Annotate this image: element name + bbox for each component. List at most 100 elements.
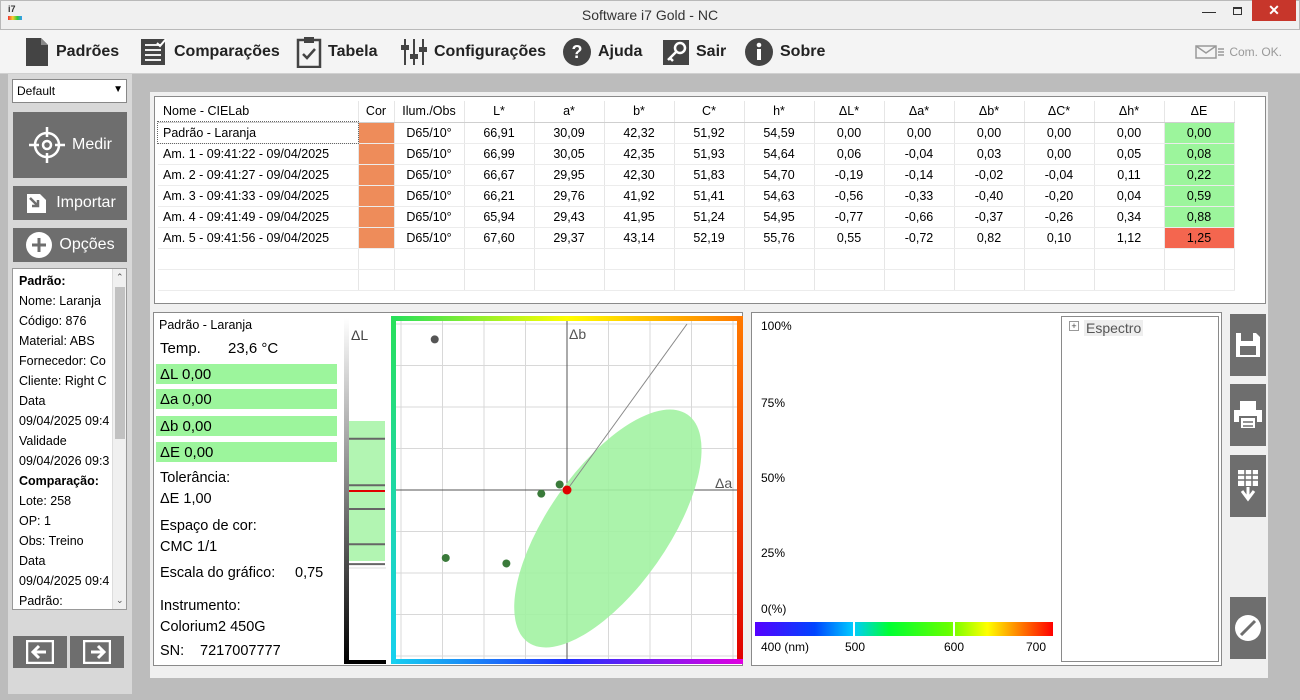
measure-button[interactable]: Medir	[13, 112, 127, 178]
cell-dL: 0,55	[814, 227, 885, 249]
cell-dC: 0,10	[1024, 227, 1095, 249]
info-scrollbar[interactable]: ⌃ ⌄	[112, 269, 126, 609]
lightness-gradient-bar	[344, 318, 349, 664]
column-header[interactable]: a*	[534, 101, 605, 123]
svg-text:?: ?	[572, 42, 583, 62]
menu-padroes[interactable]: Padrões	[24, 36, 119, 68]
column-header[interactable]: Δb*	[954, 101, 1025, 123]
previous-button[interactable]	[13, 636, 67, 668]
scrollbar-thumb[interactable]	[115, 287, 125, 439]
cell-db: -0,37	[954, 206, 1025, 228]
menu-configuracoes[interactable]: Configurações	[400, 36, 546, 68]
profile-select[interactable]: Default ▼	[12, 79, 127, 103]
minimize-button[interactable]: —	[1196, 0, 1222, 22]
temp-label: Temp.	[160, 340, 201, 357]
cell-a: 29,95	[534, 164, 605, 186]
cell-a: 29,37	[534, 227, 605, 249]
empty-cell	[674, 269, 745, 291]
column-header[interactable]: L*	[464, 101, 535, 123]
menu-sobre[interactable]: Sobre	[744, 36, 825, 68]
sample-point[interactable]	[555, 480, 564, 489]
expand-icon[interactable]: +	[1069, 321, 1079, 331]
save-icon	[1236, 333, 1260, 357]
help-icon: ?	[563, 38, 591, 66]
menu-tabela[interactable]: Tabela	[296, 36, 378, 68]
info-line: 09/04/2025 09:4	[19, 414, 110, 428]
column-header[interactable]: ΔE	[1164, 101, 1235, 123]
table-row[interactable]: Am. 3 - 09:41:33 - 09/04/2025 D65/10° 66,2…	[158, 185, 1235, 207]
sample-point[interactable]	[502, 559, 511, 568]
column-header[interactable]: Δh*	[1094, 101, 1165, 123]
next-button[interactable]	[70, 636, 124, 668]
import-button[interactable]: Importar	[13, 186, 127, 220]
menu-label: Tabela	[328, 43, 378, 60]
export-button[interactable]	[1230, 455, 1266, 517]
cell-da: 0,00	[884, 122, 955, 144]
import-label: Importar	[56, 194, 116, 211]
table-row[interactable]: Am. 5 - 09:41:56 - 09/04/2025 D65/10° 67,6…	[158, 227, 1235, 249]
y-tick: 0(%)	[761, 602, 787, 616]
column-header[interactable]: ΔC*	[1024, 101, 1095, 123]
serial-label: SN:	[160, 643, 185, 659]
cell-da: -0,72	[884, 227, 955, 249]
info-lines: Padrão: Nome: Laranja Código: 876 Material:…	[19, 271, 117, 609]
column-header[interactable]: ΔL*	[814, 101, 885, 123]
cell-dE: 0,08	[1164, 143, 1235, 165]
column-header[interactable]: h*	[744, 101, 815, 123]
sample-name: Padrão - Laranja	[157, 121, 359, 144]
table-row[interactable]: Padrão - Laranja D65/10° 66,91 30,09 42,32 51…	[157, 121, 1235, 144]
standard-point[interactable]	[562, 485, 572, 495]
window-title: Software i7 Gold - NC	[581, 7, 719, 23]
column-header[interactable]: Cor	[358, 101, 395, 123]
chart-border-left	[391, 316, 396, 664]
save-button[interactable]	[1230, 314, 1266, 376]
color-swatch	[358, 206, 395, 228]
cell-C: 51,92	[674, 122, 745, 144]
tree-item-spectrum[interactable]: Espectro	[1084, 320, 1144, 336]
cell-dE: 0,59	[1164, 185, 1235, 207]
menu-ajuda[interactable]: ? Ajuda	[562, 36, 642, 68]
tick-marker-500	[853, 622, 855, 636]
empty-cell	[604, 248, 675, 270]
sample-point[interactable]	[441, 553, 450, 562]
key-icon	[663, 40, 689, 65]
table-row[interactable]: Am. 4 - 09:41:49 - 09/04/2025 D65/10° 65,9…	[158, 206, 1235, 228]
info-line: Validade	[19, 434, 67, 448]
disable-button[interactable]	[1230, 597, 1266, 659]
cell-db: -0,40	[954, 185, 1025, 207]
info-line: Nome: Laranja	[19, 294, 101, 308]
column-header[interactable]: Nome - CIELab	[158, 101, 359, 123]
menu-label: Ajuda	[598, 43, 643, 60]
close-window-button[interactable]: ✕	[1252, 0, 1296, 21]
sample-point[interactable]	[537, 489, 546, 498]
cell-L: 66,67	[464, 164, 535, 186]
cell-dL: -0,56	[814, 185, 885, 207]
column-header[interactable]: C*	[674, 101, 745, 123]
sample-point[interactable]	[430, 335, 439, 344]
column-header[interactable]: Δa*	[884, 101, 955, 123]
column-header[interactable]: b*	[604, 101, 675, 123]
cell-C: 51,83	[674, 164, 745, 186]
print-button[interactable]	[1230, 384, 1266, 446]
empty-cell	[534, 269, 605, 291]
table-row[interactable]: Am. 2 - 09:41:27 - 09/04/2025 D65/10° 66,6…	[158, 164, 1235, 186]
menu-sair[interactable]: Sair	[662, 36, 726, 68]
column-header[interactable]: Ilum./Obs	[394, 101, 465, 123]
scroll-up-icon[interactable]: ⌃	[116, 272, 124, 283]
table-row[interactable]: Am. 1 - 09:41:22 - 09/04/2025 D65/10° 66,9…	[158, 143, 1235, 165]
cell-C: 51,41	[674, 185, 745, 207]
color-swatch	[358, 143, 395, 165]
empty-cell	[394, 248, 465, 270]
delta-l-axis-label: ΔL	[351, 327, 368, 343]
scroll-down-icon[interactable]: ⌄	[116, 595, 124, 606]
info-line: Fornecedor: Co	[19, 354, 106, 368]
menu-comparacoes[interactable]: Comparações	[140, 36, 280, 68]
cell-h: 54,95	[744, 206, 815, 228]
cell-h: 54,63	[744, 185, 815, 207]
profile-value: Default	[17, 84, 56, 98]
cell-ill: D65/10°	[394, 122, 465, 144]
info-panel: Padrão: Nome: Laranja Código: 876 Material:…	[12, 268, 127, 610]
cell-b: 41,92	[604, 185, 675, 207]
options-button[interactable]: Opções	[13, 228, 127, 262]
maximize-button[interactable]	[1224, 0, 1250, 22]
